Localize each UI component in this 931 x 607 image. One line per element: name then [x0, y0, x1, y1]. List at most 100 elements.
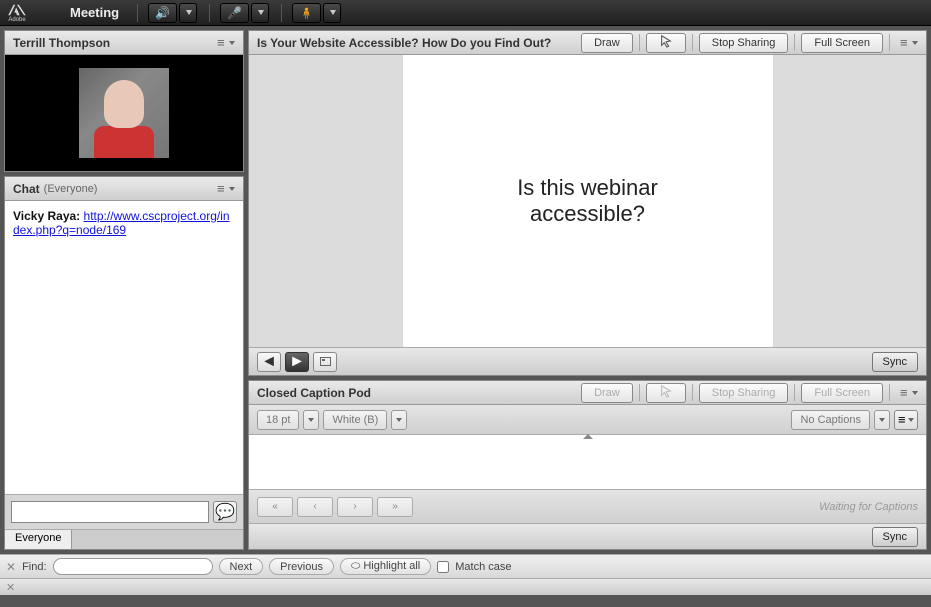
- slide: Is this webinar accessible?: [403, 55, 773, 347]
- camera-pod-options[interactable]: [217, 35, 235, 50]
- divider: [794, 34, 795, 51]
- prev-slide-button[interactable]: ◄: [257, 352, 281, 372]
- person-raise-hand-icon: 🧍: [299, 6, 314, 20]
- find-close-button[interactable]: ✕: [6, 560, 16, 574]
- find-previous-button[interactable]: Previous: [269, 558, 334, 575]
- speaker-dropdown[interactable]: [179, 3, 197, 23]
- caption-sync-button[interactable]: Sync: [872, 527, 918, 547]
- show-sidebar-button[interactable]: [313, 352, 337, 372]
- pointer-button[interactable]: [646, 33, 686, 53]
- chat-scope: (Everyone): [44, 183, 98, 195]
- pointer-icon: [659, 34, 673, 51]
- caption-display-area: [249, 435, 926, 489]
- status-close-button[interactable]: ✕: [6, 581, 15, 594]
- caption-full-screen-button[interactable]: Full Screen: [801, 383, 883, 403]
- caption-source[interactable]: No Captions: [791, 410, 870, 430]
- microphone-icon: 🎤: [227, 6, 242, 20]
- chat-messages: Vicky Raya: http://www.cscproject.org/in…: [5, 201, 243, 494]
- status-button[interactable]: 🧍: [292, 3, 321, 23]
- caption-rewind-button[interactable]: «: [257, 497, 293, 517]
- divider: [281, 4, 282, 22]
- chat-tab-everyone[interactable]: Everyone: [5, 530, 72, 549]
- share-canvas: Is this webinar accessible?: [249, 55, 926, 347]
- divider: [794, 384, 795, 401]
- caption-draw-button[interactable]: Draw: [581, 383, 633, 403]
- highlight-icon: ⬭: [351, 560, 360, 572]
- caption-fastforward-button[interactable]: »: [377, 497, 413, 517]
- chat-title: Chat: [13, 182, 40, 196]
- caption-color-dropdown[interactable]: [391, 410, 407, 430]
- divider: [639, 384, 640, 401]
- divider: [889, 384, 890, 401]
- chat-input-bar: 💬: [5, 494, 243, 529]
- speaker-button[interactable]: 🔊: [148, 3, 177, 23]
- divider: [889, 34, 890, 51]
- share-pod-header: Is Your Website Accessible? How Do you F…: [249, 31, 926, 55]
- speech-bubble-icon: 💬: [215, 502, 235, 522]
- list-icon: [898, 411, 908, 429]
- match-case-label: Match case: [455, 561, 511, 573]
- caption-pod-options[interactable]: [900, 385, 918, 400]
- resize-handle-icon[interactable]: [583, 434, 593, 439]
- share-pod: Is Your Website Accessible? How Do you F…: [248, 30, 927, 376]
- full-screen-button[interactable]: Full Screen: [801, 33, 883, 53]
- sync-button[interactable]: Sync: [872, 352, 918, 372]
- microphone-button[interactable]: 🎤: [220, 3, 249, 23]
- next-slide-button[interactable]: ►: [285, 352, 309, 372]
- caption-sync-bar: Sync: [249, 523, 926, 549]
- adobe-logo: Adobe: [4, 3, 30, 23]
- top-menubar: Adobe Meeting 🔊 🎤 🧍: [0, 0, 931, 26]
- pointer-icon: [659, 384, 673, 401]
- chat-pod-options[interactable]: [217, 181, 235, 196]
- camera-pod-header: Terrill Thompson: [5, 31, 243, 55]
- caption-pointer-button[interactable]: [646, 383, 686, 403]
- find-input[interactable]: [53, 558, 213, 575]
- speaker-icon: 🔊: [155, 6, 170, 20]
- share-pod-options[interactable]: [900, 35, 918, 50]
- chat-input[interactable]: [11, 501, 209, 523]
- caption-font-size[interactable]: 18 pt: [257, 410, 299, 430]
- chat-sender: Vicky Raya:: [13, 209, 80, 223]
- divider: [692, 384, 693, 401]
- find-bar: ✕ Find: 🔍 Next Previous ⬭Highlight all M…: [0, 554, 931, 578]
- right-column: Is Your Website Accessible? How Do you F…: [248, 30, 927, 550]
- find-label: Find:: [22, 561, 46, 573]
- match-case-checkbox[interactable]: [437, 561, 449, 573]
- caption-source-dropdown[interactable]: [874, 410, 890, 430]
- find-input-wrap: 🔍: [53, 558, 213, 575]
- stop-sharing-button[interactable]: Stop Sharing: [699, 33, 789, 53]
- divider: [137, 4, 138, 22]
- layout-icon: [320, 357, 331, 366]
- caption-pod: Closed Caption Pod Draw Stop Sharing Ful…: [248, 380, 927, 550]
- caption-title: Closed Caption Pod: [257, 386, 575, 400]
- caption-color[interactable]: White (B): [323, 410, 387, 430]
- chat-message: Vicky Raya: http://www.cscproject.org/in…: [13, 209, 235, 237]
- caption-pod-header: Closed Caption Pod Draw Stop Sharing Ful…: [249, 381, 926, 405]
- presenter-video-thumb: [79, 68, 169, 158]
- divider: [639, 34, 640, 51]
- divider: [209, 4, 210, 22]
- chat-pod-header: Chat (Everyone): [5, 177, 243, 201]
- caption-footer: « ‹ › » Waiting for Captions: [249, 489, 926, 523]
- caption-back-button[interactable]: ‹: [297, 497, 333, 517]
- camera-pod: Terrill Thompson: [4, 30, 244, 172]
- video-area: [5, 55, 243, 171]
- caption-view-button[interactable]: [894, 410, 918, 430]
- presenter-name: Terrill Thompson: [13, 36, 110, 50]
- status-dropdown[interactable]: [323, 3, 341, 23]
- draw-button[interactable]: Draw: [581, 33, 633, 53]
- arrow-right-icon: ►: [289, 353, 305, 371]
- share-nav-bar: ◄ ► Sync: [249, 347, 926, 375]
- find-next-button[interactable]: Next: [219, 558, 264, 575]
- meeting-menu[interactable]: Meeting: [62, 3, 127, 22]
- caption-stop-sharing-button[interactable]: Stop Sharing: [699, 383, 789, 403]
- microphone-dropdown[interactable]: [251, 3, 269, 23]
- caption-font-dropdown[interactable]: [303, 410, 319, 430]
- status-bar: ✕: [0, 578, 931, 595]
- chat-send-button[interactable]: 💬: [213, 501, 237, 523]
- caption-forward-button[interactable]: ›: [337, 497, 373, 517]
- highlight-all-button[interactable]: ⬭Highlight all: [340, 558, 431, 575]
- divider: [692, 34, 693, 51]
- arrow-left-icon: ◄: [261, 353, 277, 371]
- left-column: Terrill Thompson Chat (Everyone) Vicky R…: [4, 30, 244, 550]
